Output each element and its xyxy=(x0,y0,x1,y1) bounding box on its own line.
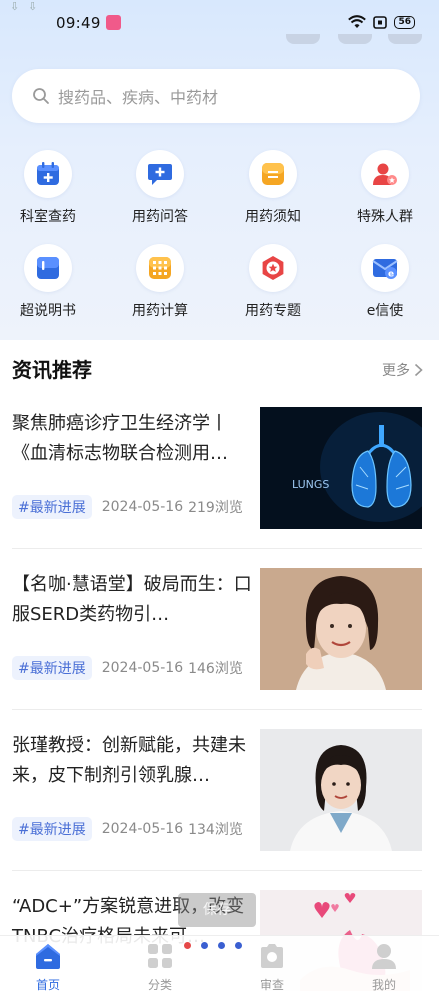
svg-text:e: e xyxy=(388,270,394,280)
article-tag[interactable]: #最新进展 xyxy=(12,817,92,841)
search-placeholder: 搜药品、疾病、中药材 xyxy=(58,88,219,107)
app-notification-icon xyxy=(106,15,121,30)
nav-item-profile[interactable]: 我的 xyxy=(354,942,414,991)
email-icon: e xyxy=(372,259,398,280)
page-dot xyxy=(201,942,208,949)
calculator-icon xyxy=(149,257,171,279)
article-thumbnail xyxy=(260,729,422,851)
grid-item-drug-notice[interactable]: 用药须知 xyxy=(225,150,321,226)
section-title-news: 资讯推荐 xyxy=(12,358,92,382)
article-tag[interactable]: #最新进展 xyxy=(12,656,92,680)
article-tag[interactable]: #最新进展 xyxy=(12,495,92,519)
article-card[interactable]: 聚焦肺癌诊疗卫生经济学丨《血清标志物联合检测用… #最新进展 2024-05-1… xyxy=(12,407,422,529)
divider xyxy=(12,548,422,549)
page-dot xyxy=(235,942,242,949)
article-thumbnail xyxy=(260,568,422,690)
chat-plus-icon xyxy=(148,164,172,185)
article-card[interactable]: 【名咖·慧语堂】破局而生：口服SERD类药物引… #最新进展 2024-05-1… xyxy=(12,568,422,690)
grid-item-department-drugs[interactable]: 科室查药 xyxy=(0,150,96,226)
nav-item-review[interactable]: 审查 xyxy=(242,942,302,991)
grid-label: 用药计算 xyxy=(132,303,188,319)
thumbnail-text: LUNGS xyxy=(292,478,329,491)
grid-label: 用药问答 xyxy=(132,209,188,225)
wifi-icon xyxy=(348,15,367,28)
divider xyxy=(12,870,422,871)
star-badge-icon xyxy=(262,256,284,280)
divider xyxy=(12,709,422,710)
article-meta: #最新进展 2024-05-16 146浏览 xyxy=(12,656,243,680)
nav-label: 审查 xyxy=(259,978,284,991)
article-meta: #最新进展 2024-05-16 134浏览 xyxy=(12,817,243,841)
nav-label: 分类 xyxy=(147,978,172,991)
grid-label: 科室查药 xyxy=(20,209,76,225)
grid-item-drug-topics[interactable]: 用药专题 xyxy=(225,244,321,320)
grid-item-drug-calc[interactable]: 用药计算 xyxy=(112,244,208,320)
review-icon xyxy=(261,944,283,968)
toast-message: 保存 xyxy=(178,893,256,927)
grid-item-off-label[interactable]: 超说明书 xyxy=(0,244,96,320)
article-title: 张瑾教授：创新赋能，共建未来，皮下制剂引领乳腺… xyxy=(12,735,246,786)
special-people-icon xyxy=(373,163,397,185)
calendar-plus-icon xyxy=(37,162,59,185)
sim-icon xyxy=(373,15,388,29)
search-input[interactable]: 搜药品、疾病、中药材 xyxy=(12,69,420,123)
article-date: 2024-05-16 xyxy=(101,660,184,676)
grid-label: 超说明书 xyxy=(20,303,76,319)
battery-icon: 56 xyxy=(394,15,415,29)
download-icon: ⇩ xyxy=(10,0,20,13)
download-icon: ⇩ xyxy=(28,0,38,13)
notice-icon xyxy=(262,163,284,185)
article-meta: #最新进展 2024-05-16 219浏览 xyxy=(12,495,243,519)
article-title: 聚焦肺癌诊疗卫生经济学丨《血清标志物联合检测用… xyxy=(12,413,228,464)
grid-item-e-messenger[interactable]: e e信使 xyxy=(337,244,433,320)
more-link[interactable]: 更多 xyxy=(382,360,423,380)
profile-icon xyxy=(372,944,396,969)
nav-label: 首页 xyxy=(35,978,60,991)
article-thumbnail: LUNGS xyxy=(260,407,422,529)
page-dot xyxy=(184,942,191,949)
search-icon xyxy=(33,88,49,104)
collapsed-item xyxy=(286,34,320,44)
chevron-right-icon xyxy=(414,363,423,377)
nav-item-home[interactable]: 首页 xyxy=(18,942,78,991)
page-indicator xyxy=(184,942,242,949)
home-icon xyxy=(36,944,60,969)
grid-label: 用药须知 xyxy=(245,209,301,225)
nav-label: 我的 xyxy=(371,978,396,991)
grid-label: 特殊人群 xyxy=(357,209,413,225)
article-views: 146浏览 xyxy=(188,661,243,677)
nav-item-category[interactable]: 分类 xyxy=(130,942,190,991)
category-icon xyxy=(148,944,172,968)
grid-item-drug-qa[interactable]: 用药问答 xyxy=(112,150,208,226)
page-dot xyxy=(218,942,225,949)
article-date: 2024-05-16 xyxy=(101,499,184,515)
article-views: 219浏览 xyxy=(188,500,243,516)
article-date: 2024-05-16 xyxy=(101,821,184,837)
status-time: 09:49 xyxy=(56,14,101,32)
grid-label: e信使 xyxy=(366,303,404,319)
more-label: 更多 xyxy=(382,363,410,379)
collapsed-item xyxy=(338,34,372,44)
book-icon xyxy=(37,257,59,279)
article-title: 【名咖·慧语堂】破局而生：口服SERD类药物引… xyxy=(12,574,252,625)
grid-label: 用药专题 xyxy=(245,303,301,319)
article-card[interactable]: 张瑾教授：创新赋能，共建未来，皮下制剂引领乳腺… #最新进展 2024-05-1… xyxy=(12,729,422,851)
grid-item-special-groups[interactable]: 特殊人群 xyxy=(337,150,433,226)
article-views: 134浏览 xyxy=(188,822,243,838)
collapsed-item xyxy=(388,34,422,44)
